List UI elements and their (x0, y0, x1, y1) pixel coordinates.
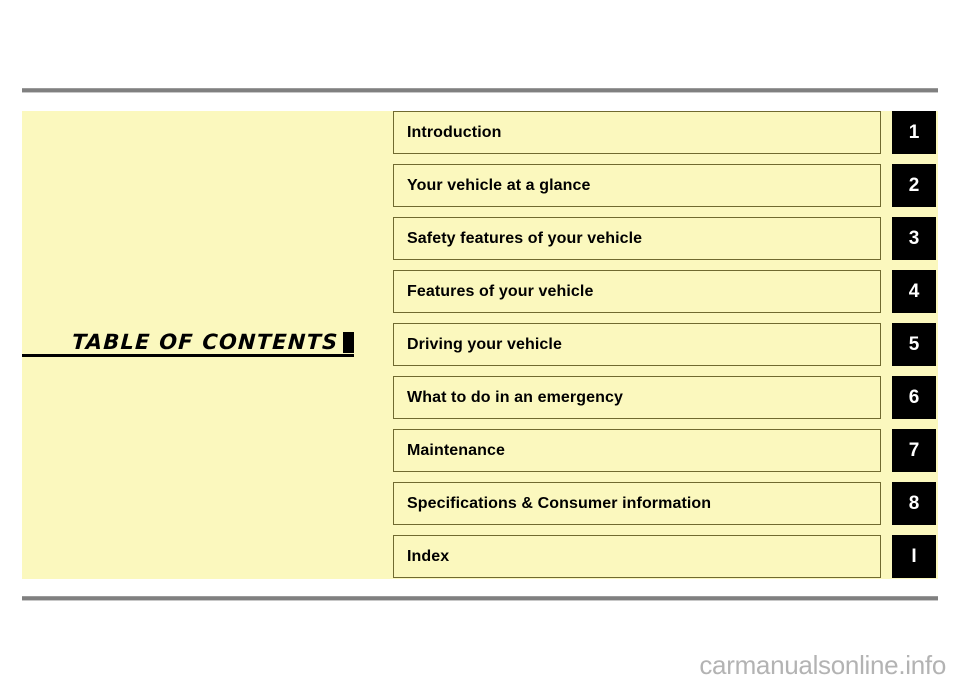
toc-entry-index[interactable]: Index I (393, 535, 938, 578)
table-of-contents-title-block: TABLE OF CONTENTS (22, 321, 354, 357)
toc-entry-your-vehicle-at-a-glance[interactable]: Your vehicle at a glance 2 (393, 164, 938, 207)
toc-entry-label: Safety features of your vehicle (407, 229, 643, 247)
title-underline (22, 354, 354, 357)
table-of-contents-panel: TABLE OF CONTENTS Introduction 1 Your ve… (22, 111, 938, 579)
toc-entry-label-box[interactable]: Specifications & Consumer information (393, 482, 881, 525)
toc-entry-badge[interactable]: 1 (892, 111, 936, 154)
footer-divider-rule (22, 596, 938, 601)
toc-entry-label-box[interactable]: Maintenance (393, 429, 881, 472)
toc-entry-label-box[interactable]: What to do in an emergency (393, 376, 881, 419)
toc-entry-driving-your-vehicle[interactable]: Driving your vehicle 5 (393, 323, 938, 366)
toc-entry-label: Specifications & Consumer information (407, 494, 712, 512)
toc-entry-badge[interactable]: I (892, 535, 936, 578)
toc-entry-badge[interactable]: 4 (892, 270, 936, 313)
toc-entry-label-box[interactable]: Features of your vehicle (393, 270, 881, 313)
toc-entry-label: Features of your vehicle (407, 282, 594, 300)
toc-entry-badge[interactable]: 5 (892, 323, 936, 366)
toc-entry-badge[interactable]: 8 (892, 482, 936, 525)
toc-entry-label: Maintenance (407, 441, 506, 459)
table-of-contents-list: Introduction 1 Your vehicle at a glance … (393, 111, 938, 578)
toc-entry-label: What to do in an emergency (407, 388, 623, 406)
toc-entry-label-box[interactable]: Introduction (393, 111, 881, 154)
toc-entry-label-box[interactable]: Driving your vehicle (393, 323, 881, 366)
toc-entry-label: Driving your vehicle (407, 335, 562, 353)
toc-entry-label-box[interactable]: Safety features of your vehicle (393, 217, 881, 260)
toc-entry-maintenance[interactable]: Maintenance 7 (393, 429, 938, 472)
toc-entry-label-box[interactable]: Your vehicle at a glance (393, 164, 881, 207)
toc-entry-badge[interactable]: 3 (892, 217, 936, 260)
title-row: TABLE OF CONTENTS (70, 330, 354, 354)
toc-entry-features-of-your-vehicle[interactable]: Features of your vehicle 4 (393, 270, 938, 313)
toc-entry-badge[interactable]: 6 (892, 376, 936, 419)
toc-entry-specifications-and-consumer-information[interactable]: Specifications & Consumer information 8 (393, 482, 938, 525)
toc-entry-label: Introduction (407, 123, 502, 141)
toc-entry-label: Index (407, 547, 450, 565)
toc-entry-what-to-do-in-an-emergency[interactable]: What to do in an emergency 6 (393, 376, 938, 419)
site-watermark: carmanualsonline.info (699, 650, 946, 680)
header-divider-rule (22, 88, 938, 93)
title-square-marker-icon (343, 332, 354, 353)
toc-entry-label: Your vehicle at a glance (407, 176, 591, 194)
toc-entry-label-box[interactable]: Index (393, 535, 881, 578)
toc-entry-badge[interactable]: 2 (892, 164, 936, 207)
toc-entry-safety-features-of-your-vehicle[interactable]: Safety features of your vehicle 3 (393, 217, 938, 260)
toc-entry-introduction[interactable]: Introduction 1 (393, 111, 938, 154)
toc-entry-badge[interactable]: 7 (892, 429, 936, 472)
page-title: TABLE OF CONTENTS (70, 330, 339, 354)
